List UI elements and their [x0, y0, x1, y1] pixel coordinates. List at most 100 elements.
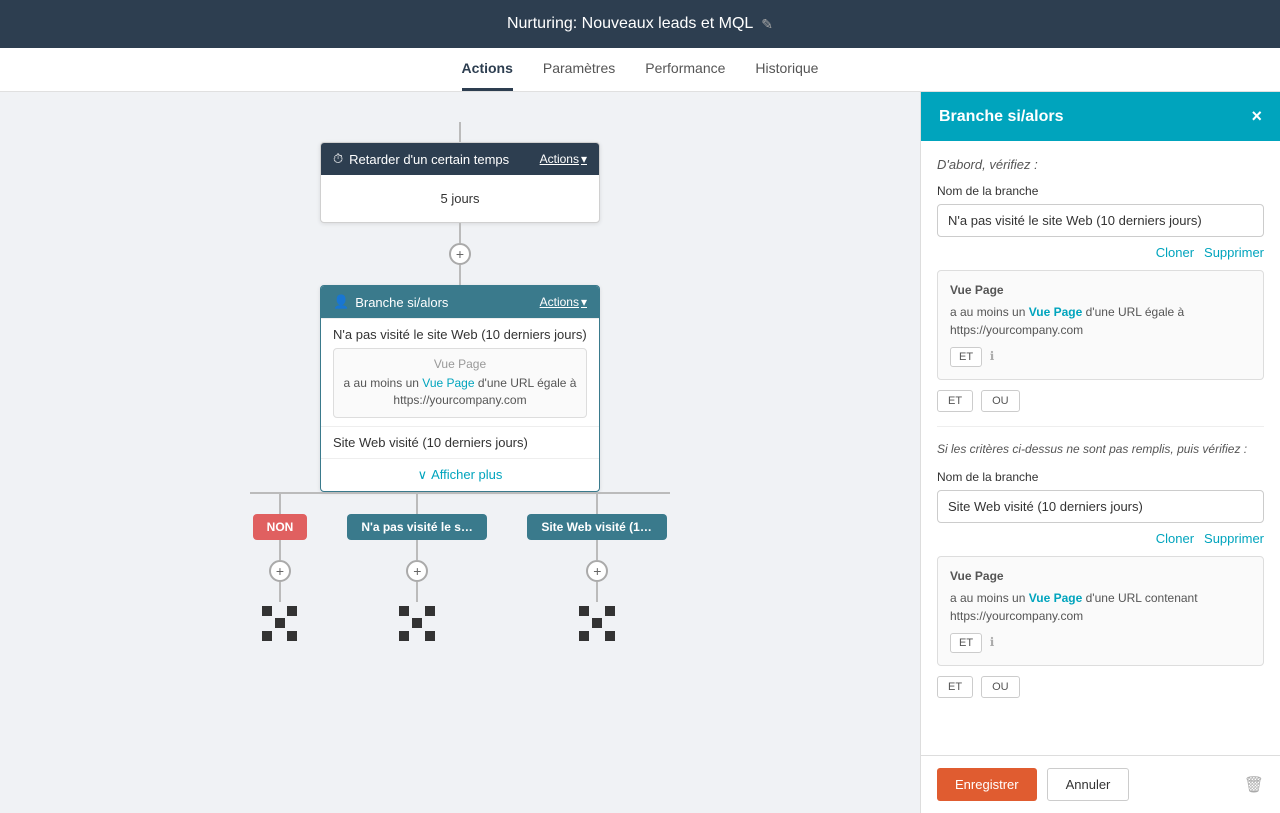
branch2-name-input[interactable]: [937, 490, 1264, 523]
nav-tabs: Actions Paramètres Performance Historiqu…: [0, 48, 1280, 92]
branch-item-swv: Site Web visité (10 der... +: [527, 494, 667, 642]
branch-actions-link[interactable]: Actions ▾: [540, 295, 587, 309]
footer-action-buttons: Enregistrer Annuler: [937, 768, 1129, 801]
divider-1: [937, 426, 1264, 427]
branch-row-container: NON +: [170, 492, 750, 642]
branch-card-title: Branche si/alors: [355, 295, 448, 310]
branch2-clone-delete-row: Cloner Supprimer: [937, 531, 1264, 546]
inner-vue-page-link[interactable]: Vue Page: [422, 376, 474, 390]
tab-actions[interactable]: Actions: [462, 48, 513, 91]
branch1-field-label: Nom de la branche: [937, 184, 1264, 198]
branch-card-header: 👤 Branche si/alors Actions ▾: [321, 286, 599, 318]
workflow-canvas: ⏱ Retarder d'un certain temps Actions ▾ …: [0, 92, 920, 813]
add-condition-row-1: ET OU: [937, 390, 1264, 412]
branch2-clone-btn[interactable]: Cloner: [1156, 531, 1194, 546]
panel-close-btn[interactable]: ×: [1251, 106, 1262, 127]
header-title-text: Nurturing: Nouveaux leads et MQL: [507, 15, 753, 33]
condition1-info-btn[interactable]: ℹ: [990, 349, 995, 363]
delay-card-body: 5 jours: [321, 175, 599, 222]
bc2: [279, 540, 281, 560]
add-condition-row-2: ET OU: [937, 676, 1264, 698]
branch-dropdown-icon: ▾: [581, 295, 587, 309]
branch-connector-npv: [416, 494, 418, 514]
condition-box-2: Vue Page a au moins un Vue Page d'une UR…: [937, 556, 1264, 666]
branch1-name-input[interactable]: [937, 204, 1264, 237]
branch-inner-card: Vue Page a au moins un Vue Page d'une UR…: [333, 348, 587, 418]
add-step-non[interactable]: +: [269, 560, 291, 582]
condition1-title: Vue Page: [950, 283, 1251, 297]
inner-vue-page-title: Vue Page: [342, 357, 578, 371]
connector-top: [459, 122, 461, 142]
branch2-field-label: Nom de la branche: [937, 470, 1264, 484]
branch-node-non[interactable]: NON: [253, 514, 308, 540]
panel-body: D'abord, vérifiez : Nom de la branche Cl…: [921, 141, 1280, 755]
branch-icon: 👤: [333, 294, 349, 310]
branch1-label: N'a pas visité le site Web (10 derniers …: [333, 327, 587, 342]
condition1-link[interactable]: Vue Page: [1029, 305, 1083, 319]
save-button[interactable]: Enregistrer: [937, 768, 1037, 801]
branch-items-row: NON +: [253, 494, 668, 642]
main-layout: ⏱ Retarder d'un certain temps Actions ▾ …: [0, 92, 1280, 813]
condition2-text: a au moins un Vue Page d'une URL contena…: [950, 589, 1251, 625]
add-et-btn-2[interactable]: ET: [937, 676, 973, 698]
delay-actions-link[interactable]: Actions ▾: [540, 152, 587, 166]
condition2-link[interactable]: Vue Page: [1029, 591, 1083, 605]
delay-value: 5 jours: [440, 191, 479, 206]
connector-3: [459, 265, 461, 285]
bc3: [279, 582, 281, 602]
condition2-buttons: ET ℹ: [950, 633, 1251, 653]
end-icon-npv: [399, 606, 435, 642]
delay-header-left: ⏱ Retarder d'un certain temps: [333, 151, 509, 167]
tab-historique[interactable]: Historique: [755, 48, 818, 91]
end-icon-non: [262, 606, 298, 642]
add-step-npv[interactable]: +: [406, 560, 428, 582]
afficher-plus-btn[interactable]: ∨ Afficher plus: [321, 458, 599, 491]
page-header: Nurturing: Nouveaux leads et MQL ✎: [0, 0, 1280, 48]
branch-h-line: [250, 492, 670, 494]
right-panel: Branche si/alors × D'abord, vérifiez : N…: [920, 92, 1280, 813]
condition1-text: a au moins un Vue Page d'une URL égale à…: [950, 303, 1251, 339]
add-step-swv[interactable]: +: [586, 560, 608, 582]
condition1-et-btn[interactable]: ET: [950, 347, 982, 367]
branch-connector-swv: [596, 494, 598, 514]
branch-item-non: NON +: [253, 494, 308, 642]
workflow: ⏱ Retarder d'un certain temps Actions ▾ …: [20, 112, 900, 812]
delay-card: ⏱ Retarder d'un certain temps Actions ▾ …: [320, 142, 600, 223]
delay-icon: ⏱: [333, 151, 343, 167]
add-step-btn-1[interactable]: +: [449, 243, 471, 265]
condition1-buttons: ET ℹ: [950, 347, 1251, 367]
section1-label: D'abord, vérifiez :: [937, 157, 1264, 172]
dropdown-icon: ▾: [581, 152, 587, 166]
header-title: Nurturing: Nouveaux leads et MQL ✎: [507, 15, 773, 33]
branch2-label: Site Web visité (10 derniers jours): [321, 426, 599, 458]
branch-node-npv[interactable]: N'a pas visité le site We...: [347, 514, 487, 540]
condition-box-1: Vue Page a au moins un Vue Page d'une UR…: [937, 270, 1264, 380]
branch2-delete-btn[interactable]: Supprimer: [1204, 531, 1264, 546]
branch-card: 👤 Branche si/alors Actions ▾ N'a pas vis…: [320, 285, 600, 492]
connector-2: [459, 223, 461, 243]
branch-item-npv: N'a pas visité le site We... +: [347, 494, 487, 642]
branch1-delete-btn[interactable]: Supprimer: [1204, 245, 1264, 260]
condition2-info-btn[interactable]: ℹ: [990, 635, 995, 649]
branch-node-swv[interactable]: Site Web visité (10 der...: [527, 514, 667, 540]
branch1-clone-btn[interactable]: Cloner: [1156, 245, 1194, 260]
cancel-button[interactable]: Annuler: [1047, 768, 1130, 801]
delay-card-header: ⏱ Retarder d'un certain temps Actions ▾: [321, 143, 599, 175]
section2-label: Si les critères ci-dessus ne sont pas re…: [937, 441, 1264, 458]
tab-performance[interactable]: Performance: [645, 48, 725, 91]
panel-delete-icon[interactable]: 🗑: [1244, 775, 1264, 795]
tab-parametres[interactable]: Paramètres: [543, 48, 615, 91]
condition2-title: Vue Page: [950, 569, 1251, 583]
panel-footer: Enregistrer Annuler 🗑: [921, 755, 1280, 813]
panel-title: Branche si/alors: [939, 108, 1064, 126]
inner-card-text: a au moins un Vue Page d'une URL égale à…: [342, 375, 578, 409]
edit-title-icon[interactable]: ✎: [761, 16, 773, 33]
branch-section-1: N'a pas visité le site Web (10 derniers …: [321, 318, 599, 426]
branch1-clone-delete-row: Cloner Supprimer: [937, 245, 1264, 260]
add-et-btn-1[interactable]: ET: [937, 390, 973, 412]
add-ou-btn-2[interactable]: OU: [981, 676, 1020, 698]
condition2-et-btn[interactable]: ET: [950, 633, 982, 653]
add-ou-btn-1[interactable]: OU: [981, 390, 1020, 412]
branch-header-left: 👤 Branche si/alors: [333, 294, 448, 310]
end-icon-swv: [579, 606, 615, 642]
